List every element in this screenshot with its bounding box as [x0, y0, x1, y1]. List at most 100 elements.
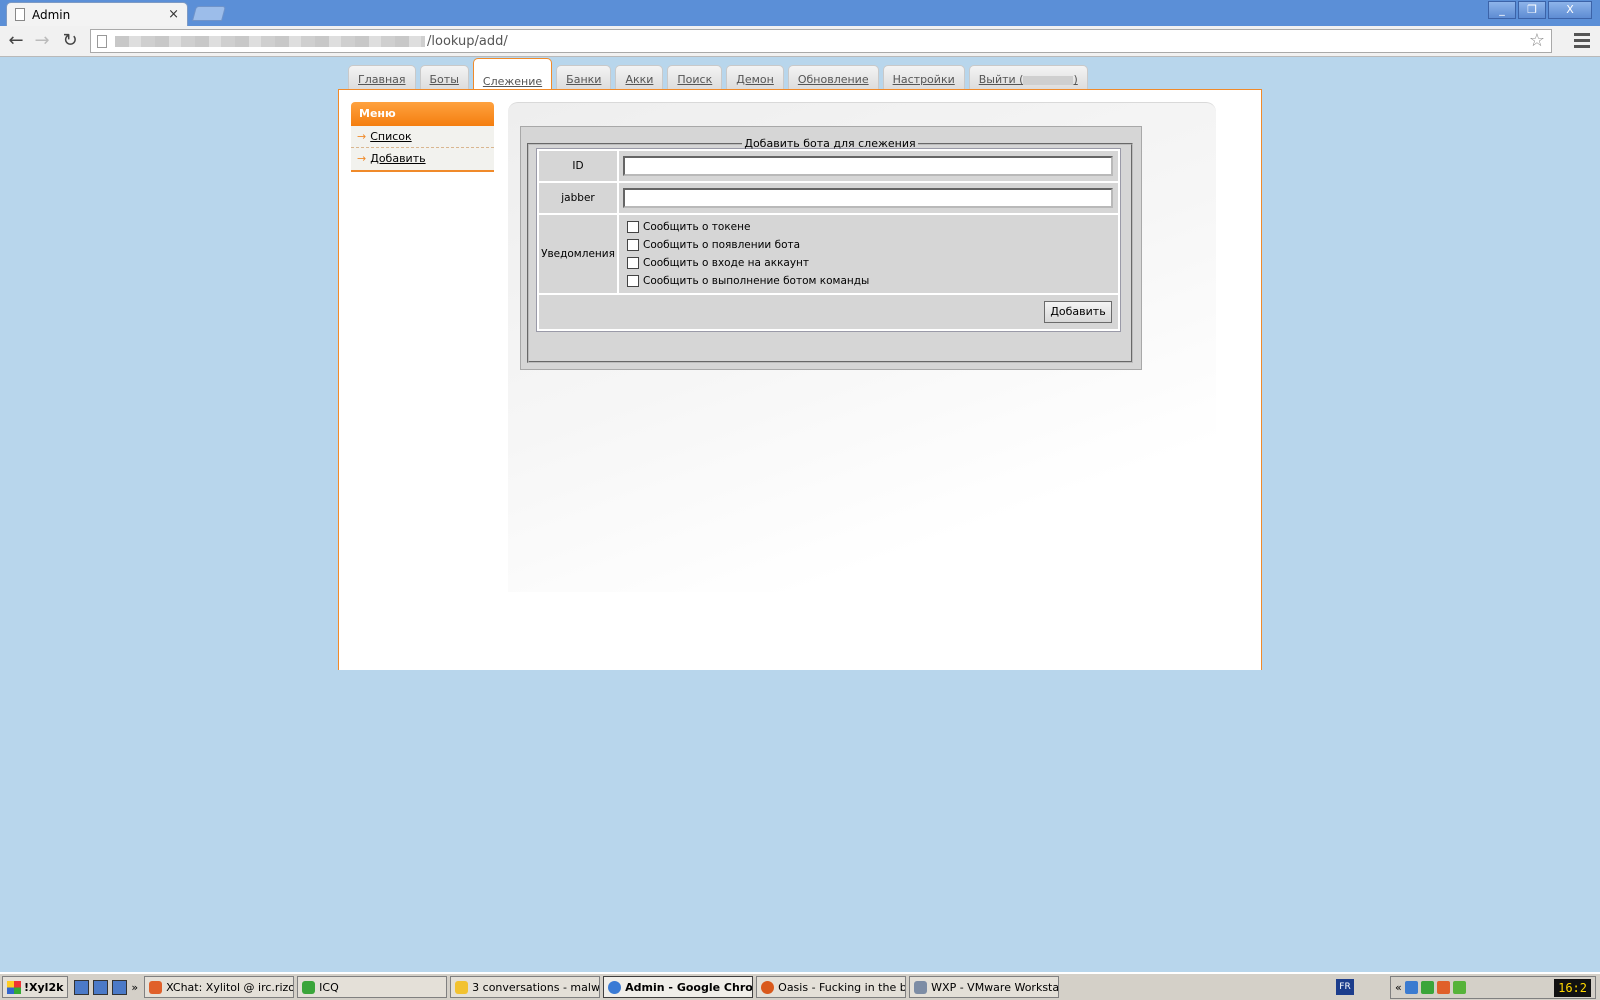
network-icon[interactable]	[1404, 981, 1418, 994]
logout-label-suffix: )	[1073, 73, 1078, 86]
close-tab-icon[interactable]: ×	[168, 7, 179, 22]
hamburger-menu-icon[interactable]	[1574, 30, 1590, 52]
firefox-icon	[761, 980, 775, 994]
taskbar-item-xchat[interactable]: XChat: Xylitol @ irc.rizon....	[144, 976, 295, 998]
notify-command-exec-option[interactable]: Сообщить о выполнение ботом команды	[627, 272, 1110, 290]
tab-boty[interactable]: Боты	[419, 65, 469, 90]
side-menu-item-add[interactable]: → Добавить	[351, 148, 494, 170]
maximize-button[interactable]: ❐	[1518, 1, 1546, 19]
tab-logout[interactable]: Выйти ()	[968, 65, 1088, 90]
window-titlebar: Admin × _ ❐ X	[0, 0, 1600, 26]
taskbar-item-chrome[interactable]: Admin - Google Chro...	[603, 976, 754, 998]
shield-icon[interactable]	[1420, 981, 1434, 994]
tab-glavnaya[interactable]: Главная	[348, 65, 416, 90]
window-controls: _ ❐ X	[1486, 1, 1592, 19]
ie-icon[interactable]	[74, 979, 90, 995]
page-icon	[15, 8, 25, 21]
start-label: !Xyl2k	[24, 980, 64, 994]
browser-tab-admin[interactable]: Admin ×	[6, 2, 188, 26]
taskbar-item-vmware[interactable]: WXP - VMware Workstation	[909, 976, 1060, 998]
notify-token-option[interactable]: Сообщить о токене	[627, 218, 1110, 236]
tab-nastroyki[interactable]: Настройки	[882, 65, 965, 90]
start-button[interactable]: !Xyl2k	[2, 976, 69, 998]
url-path: /lookup/add/	[427, 34, 508, 49]
add-bot-fieldset: Добавить бота для слежения ID jabber Уве…	[527, 137, 1133, 363]
notify-bot-appear-option[interactable]: Сообщить о появлении бота	[627, 236, 1110, 254]
language-indicator[interactable]: FR	[1336, 979, 1354, 995]
notify-account-login-option[interactable]: Сообщить о входе на аккаунт	[627, 254, 1110, 272]
windows-logo-icon	[7, 980, 21, 994]
quicklaunch-more[interactable]: »	[131, 981, 138, 994]
notify-command-exec-checkbox[interactable]	[627, 275, 639, 287]
arrow-right-icon: →	[357, 130, 367, 143]
minimize-button[interactable]: _	[1488, 1, 1516, 19]
side-menu: Меню → Список → Добавить	[351, 102, 494, 172]
taskbar-item-label: XChat: Xylitol @ irc.rizon....	[166, 980, 293, 994]
app-shortcut-icon[interactable]	[93, 979, 109, 995]
taskbar-item-icq[interactable]: ICQ	[297, 976, 448, 998]
arrow-right-icon: →	[357, 152, 367, 165]
notifications-label: Уведомления	[539, 215, 617, 293]
browser-tab-title: Admin	[32, 7, 71, 22]
os-taskbar: !Xyl2k » XChat: Xylitol @ irc.rizon.... …	[0, 972, 1600, 1000]
side-menu-title: Меню	[351, 102, 494, 126]
notify-account-login-checkbox[interactable]	[627, 257, 639, 269]
notify-bot-appear-label: Сообщить о появлении бота	[643, 239, 801, 251]
address-bar[interactable]: /lookup/add/ ☆	[90, 29, 1552, 53]
form-table: ID jabber Уведомления Сообщить о токене …	[536, 148, 1121, 332]
logout-label: Выйти (	[978, 73, 1024, 86]
notify-token-label: Сообщить о токене	[643, 221, 751, 233]
redacted-host	[115, 36, 425, 47]
tab-poisk[interactable]: Поиск	[667, 65, 723, 90]
chrome-icon	[608, 980, 622, 994]
quick-launch: »	[74, 979, 138, 995]
jabber-label: jabber	[539, 183, 617, 213]
add-button[interactable]: Добавить	[1044, 301, 1112, 323]
id-input[interactable]	[623, 156, 1113, 176]
tray-expand-button[interactable]: «	[1395, 981, 1402, 994]
xchat-tray-icon[interactable]	[1436, 981, 1450, 994]
icq-tray-icon[interactable]	[1452, 981, 1466, 994]
taskbar-item-conversations[interactable]: 3 conversations - malwox	[450, 976, 601, 998]
icq-flower-icon	[302, 980, 316, 994]
bookmark-star-icon[interactable]: ☆	[1529, 30, 1545, 51]
content-area: Меню → Список → Добавить Добавить бота для…	[338, 89, 1262, 670]
notify-command-exec-label: Сообщить о выполнение ботом команды	[643, 275, 870, 287]
forward-arrow-icon[interactable]: →	[31, 30, 53, 52]
taskbar-item-label: ICQ	[319, 980, 339, 994]
taskbar-item-label: Oasis - Fucking in the bu...	[778, 980, 907, 994]
close-window-button[interactable]: X	[1548, 1, 1592, 19]
new-tab-button[interactable]	[191, 6, 227, 21]
taskbar-item-firefox[interactable]: Oasis - Fucking in the bu...	[756, 976, 907, 998]
page-icon	[97, 35, 107, 48]
notify-bot-appear-checkbox[interactable]	[627, 239, 639, 251]
tab-slezhenie[interactable]: Слежение	[472, 58, 553, 91]
taskbar-item-label: WXP - VMware Workstation	[931, 980, 1060, 994]
side-menu-link-add[interactable]: Добавить	[370, 152, 425, 165]
browser-toolbar: ← → ↻ /lookup/add/ ☆	[0, 26, 1600, 57]
tab-banki[interactable]: Банки	[556, 65, 612, 90]
jabber-input[interactable]	[623, 188, 1113, 208]
desktop-shortcut-icon[interactable]	[112, 979, 128, 995]
back-arrow-icon[interactable]: ←	[5, 30, 27, 52]
system-tray: « 16:2	[1390, 976, 1596, 999]
tab-demon[interactable]: Демон	[726, 65, 784, 90]
chat-icon	[455, 980, 469, 994]
taskbar-item-label: 3 conversations - malwox	[472, 980, 601, 994]
clock: 16:2	[1554, 978, 1591, 997]
id-label: ID	[539, 151, 617, 181]
side-menu-link-list[interactable]: Список	[370, 130, 411, 143]
taskbar-item-label: Admin - Google Chro...	[625, 980, 754, 994]
notify-account-login-label: Сообщить о входе на аккаунт	[643, 257, 810, 269]
tab-obnovlenie[interactable]: Обновление	[787, 65, 879, 90]
vmware-icon	[914, 980, 928, 994]
xchat-icon	[149, 980, 163, 994]
add-bot-form: Добавить бота для слежения ID jabber Уве…	[520, 126, 1142, 370]
reload-icon[interactable]: ↻	[59, 30, 81, 52]
main-panel: Добавить бота для слежения ID jabber Уве…	[508, 102, 1216, 592]
form-legend: Добавить бота для слежения	[744, 137, 916, 150]
notify-token-checkbox[interactable]	[627, 221, 639, 233]
tab-akki[interactable]: Акки	[615, 65, 664, 90]
side-menu-item-list[interactable]: → Список	[351, 126, 494, 148]
main-nav: Главная Боты Слежение Банки Акки Поиск Д…	[348, 58, 1092, 91]
